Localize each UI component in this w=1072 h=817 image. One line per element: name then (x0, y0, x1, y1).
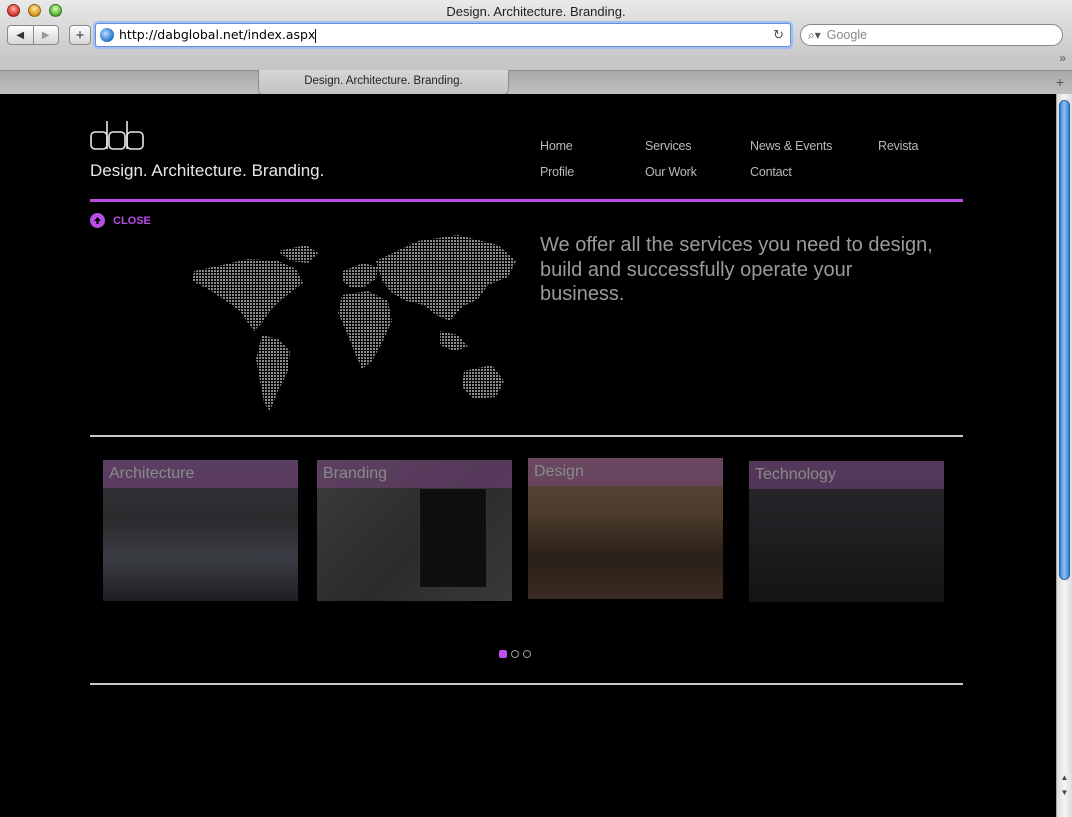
back-forward-group: ◀ ▶ (7, 25, 59, 45)
add-bookmark-button[interactable]: + (69, 25, 91, 45)
reload-icon[interactable]: ↻ (773, 27, 784, 43)
services-headline: We offer all the services you need to de… (540, 234, 933, 305)
forward-button[interactable]: ▶ (32, 26, 59, 44)
vertical-scrollbar[interactable]: ▲ ▼ (1056, 94, 1072, 817)
search-icon[interactable]: ⌕▾ (808, 28, 821, 43)
new-tab-icon[interactable]: + (1056, 74, 1064, 90)
nav-profile[interactable]: Profile (540, 165, 574, 179)
section-divider-bottom (90, 683, 963, 685)
card-caption: Design (528, 458, 723, 486)
nav-revista[interactable]: Revista (878, 139, 918, 153)
card-title: Architecture (109, 465, 195, 482)
browser-chrome: Design. Architecture. Branding. ◀ ▶ + ht… (0, 0, 1072, 95)
arrow-up-icon (90, 213, 105, 228)
nav-contact[interactable]: Contact (750, 165, 792, 179)
card-design[interactable]: Design (528, 458, 723, 599)
nav-services[interactable]: Services (645, 139, 692, 153)
forward-arrow-icon: ▶ (41, 29, 50, 41)
search-placeholder: Google (826, 28, 868, 42)
plus-icon: + (75, 26, 85, 44)
carousel-dot-2[interactable] (511, 650, 519, 658)
tab-bar: Design. Architecture. Branding. + (0, 70, 1072, 95)
dab-logo[interactable] (90, 120, 144, 152)
branding-artwork (419, 488, 487, 588)
card-title: Design (534, 463, 584, 480)
header-divider (90, 199, 963, 202)
card-caption: Branding (317, 460, 512, 488)
address-bar[interactable]: http://dabglobal.net/index.aspx ↻ (95, 23, 791, 47)
nav-news-events[interactable]: News & Events (750, 139, 832, 153)
title-bar: Design. Architecture. Branding. (0, 0, 1072, 22)
carousel-dot-1[interactable] (499, 650, 507, 658)
close-label: CLOSE (113, 214, 151, 227)
card-branding[interactable]: Branding (317, 460, 512, 601)
card-caption: Architecture (103, 460, 298, 488)
carousel-dot-3[interactable] (523, 650, 531, 658)
web-page: Design. Architecture. Branding. Home Ser… (0, 94, 1056, 817)
site-tagline: Design. Architecture. Branding. (90, 161, 325, 180)
nav-our-work[interactable]: Our Work (645, 165, 697, 179)
browser-toolbar: ◀ ▶ + http://dabglobal.net/index.aspx ↻ … (0, 22, 1072, 50)
more-bookmarks-icon[interactable]: » (1059, 51, 1066, 65)
carousel-pagination (499, 650, 531, 658)
back-arrow-icon: ◀ (16, 29, 25, 41)
scroll-down-icon[interactable]: ▼ (1057, 786, 1072, 800)
card-title: Branding (323, 465, 388, 482)
close-panel-button[interactable]: CLOSE (90, 213, 151, 228)
section-divider-top (90, 435, 963, 437)
scroll-up-icon[interactable]: ▲ (1057, 771, 1072, 785)
tab-design-architecture-branding[interactable]: Design. Architecture. Branding. (258, 70, 509, 95)
world-map-illustration (192, 235, 516, 411)
text-caret (315, 28, 317, 43)
card-architecture[interactable]: Architecture (103, 460, 298, 601)
search-field[interactable]: ⌕▾ Google (800, 24, 1063, 46)
nav-home[interactable]: Home (540, 139, 573, 153)
back-button[interactable]: ◀ (8, 26, 33, 44)
card-title: Technology (755, 466, 836, 483)
globe-icon (100, 28, 114, 42)
card-caption: Technology (749, 461, 944, 489)
window-title: Design. Architecture. Branding. (446, 4, 626, 19)
bookmarks-bar: » (0, 50, 1072, 68)
address-text[interactable]: http://dabglobal.net/index.aspx (119, 27, 317, 43)
scrollbar-thumb[interactable] (1059, 100, 1070, 580)
card-technology[interactable]: Technology (749, 461, 944, 602)
